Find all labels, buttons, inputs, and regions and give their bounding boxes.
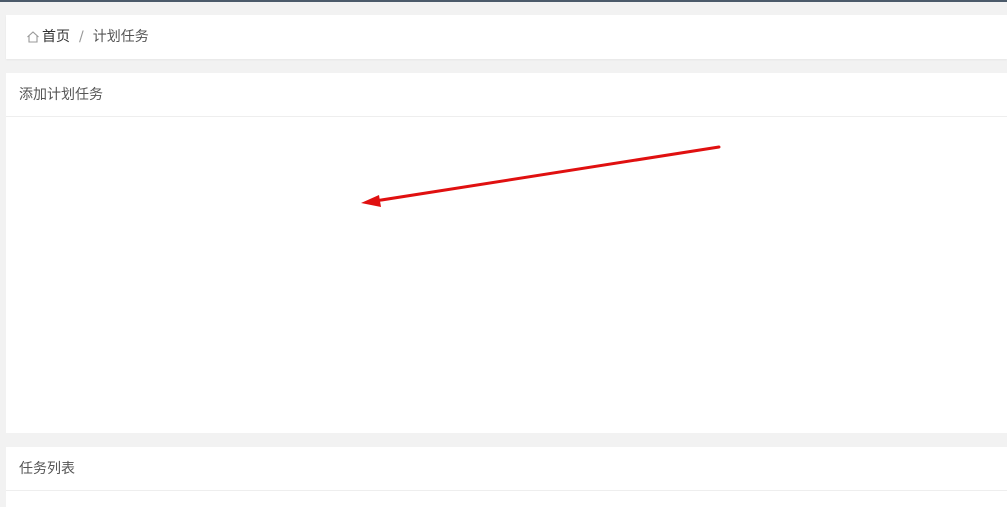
breadcrumb-bar: 首页 / 计划任务 (6, 15, 1007, 59)
breadcrumb-home-link[interactable]: 首页 (42, 28, 70, 46)
add-task-panel-title: 添加计划任务 (6, 73, 1007, 117)
home-icon[interactable] (26, 30, 40, 44)
add-task-panel: 添加计划任务 (6, 73, 1007, 433)
top-bar (0, 0, 1007, 2)
task-list-panel-title: 任务列表 (6, 447, 1007, 491)
breadcrumb-current-page: 计划任务 (92, 29, 149, 45)
breadcrumb: 首页 / 计划任务 (26, 28, 149, 46)
task-list-panel: 任务列表 (6, 447, 1007, 507)
breadcrumb-separator: / (79, 29, 84, 45)
